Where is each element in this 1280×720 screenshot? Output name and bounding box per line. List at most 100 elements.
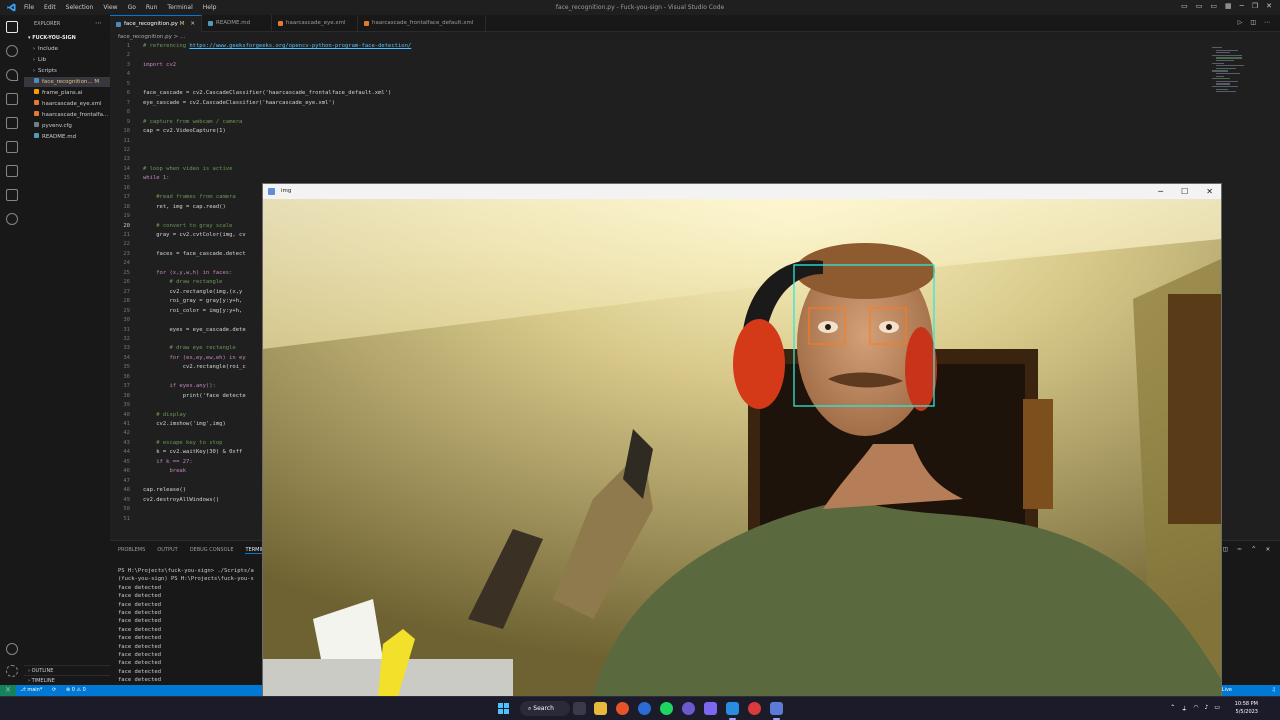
run-debug-icon[interactable]: [6, 93, 18, 105]
visual-studio-icon[interactable]: [704, 702, 717, 715]
sync-icon[interactable]: ⟳: [52, 685, 56, 696]
source-control-icon[interactable]: [6, 69, 18, 81]
code-line[interactable]: 7 eye_cascade = cv2.CascadeClassifier('ha…: [110, 99, 1200, 109]
explorer-icon[interactable]: [6, 21, 18, 33]
chevron-up-icon[interactable]: ⌃: [1170, 704, 1175, 713]
code-line[interactable]: 12: [110, 146, 1200, 156]
customize-layout-icon[interactable]: ▦: [1225, 2, 1232, 10]
code-line[interactable]: 9 # capture from webcam / camera: [110, 118, 1200, 128]
settings-gear-icon[interactable]: [6, 665, 18, 677]
file-explorer-icon[interactable]: [594, 702, 607, 715]
tree-folder-include[interactable]: › Include: [24, 44, 110, 54]
code-line[interactable]: 14 # loop when video is active: [110, 165, 1200, 175]
close-icon[interactable]: ✕: [190, 21, 195, 27]
outline-section[interactable]: › OUTLINE: [24, 665, 110, 675]
breadcrumb[interactable]: face_recognition.py > ...: [110, 32, 185, 42]
code-text: # referencing https://www.geeksforgeeks.…: [143, 42, 411, 52]
img-window-titlebar[interactable]: img ─ ☐ ✕: [263, 184, 1221, 199]
problems-status[interactable]: ⊗ 0 ⚠ 0: [66, 685, 86, 696]
discord-icon[interactable]: [682, 702, 695, 715]
toggle-panel-icon[interactable]: ▭: [1196, 2, 1203, 10]
menu-run[interactable]: Run: [146, 4, 158, 11]
restore-button[interactable]: ❐: [1252, 2, 1258, 10]
minimize-button[interactable]: ─: [1240, 2, 1244, 10]
more-actions-icon[interactable]: ⋯: [1237, 545, 1241, 553]
split-terminal-icon[interactable]: ◫: [1223, 545, 1227, 553]
remote-explorer-icon[interactable]: [6, 141, 18, 153]
more-actions-icon[interactable]: ⋯: [95, 19, 102, 27]
volume-icon[interactable]: ♪: [1204, 704, 1208, 713]
menu-selection[interactable]: Selection: [66, 4, 94, 11]
tab-haarcascade-frontalface[interactable]: haarcascade_frontalface_default.xml: [358, 15, 486, 32]
maximize-panel-icon[interactable]: ⌃: [1252, 545, 1256, 553]
menu-terminal[interactable]: Terminal: [167, 4, 192, 11]
toggle-sidebar-icon[interactable]: ▭: [1181, 2, 1188, 10]
chrome-icon[interactable]: [748, 702, 761, 715]
windows-start-icon[interactable]: [498, 703, 509, 714]
menu-view[interactable]: View: [103, 4, 117, 11]
code-line[interactable]: 1 # referencing https://www.geeksforgeeks…: [110, 42, 1200, 52]
tab-readme[interactable]: README.md: [202, 15, 272, 32]
wifi-icon[interactable]: ◠: [1193, 704, 1198, 713]
run-python-icon[interactable]: ▷: [1238, 19, 1243, 26]
task-view-icon[interactable]: [573, 702, 586, 715]
tab-debug-console[interactable]: DEBUG CONSOLE: [190, 547, 234, 554]
firefox-icon[interactable]: [616, 702, 629, 715]
tree-file-pyvenv[interactable]: pyvenv.cfg: [24, 121, 110, 131]
close-button[interactable]: ✕: [1266, 2, 1272, 10]
more-actions-icon[interactable]: ⋯: [1264, 19, 1270, 26]
extensions-icon[interactable]: [6, 117, 18, 129]
search-icon[interactable]: [6, 45, 18, 57]
spotify-icon[interactable]: [660, 702, 673, 715]
tab-haarcascade-eye[interactable]: haarcascade_eye.xml: [272, 15, 358, 32]
code-line[interactable]: 11: [110, 137, 1200, 147]
code-line[interactable]: 2: [110, 51, 1200, 61]
img-window[interactable]: img ─ ☐ ✕: [262, 183, 1222, 696]
maximize-button[interactable]: ☐: [1181, 184, 1188, 199]
git-branch-status[interactable]: ⎇ main*: [20, 685, 42, 696]
account-icon[interactable]: [6, 643, 18, 655]
toggle-secondary-sidebar-icon[interactable]: ▭: [1210, 2, 1217, 10]
menu-help[interactable]: Help: [203, 4, 217, 11]
tab-output[interactable]: OUTPUT: [157, 547, 177, 554]
close-panel-icon[interactable]: ✕: [1266, 545, 1270, 553]
notifications-bell-icon[interactable]: ♫: [1272, 685, 1276, 696]
tree-file-frame-plans[interactable]: frame_plans.ai: [24, 88, 110, 98]
code-line[interactable]: 6 face_cascade = cv2.CascadeClassifier('h…: [110, 89, 1200, 99]
split-editor-icon[interactable]: ◫: [1250, 19, 1256, 26]
code-line[interactable]: 5: [110, 80, 1200, 90]
testing-icon[interactable]: [6, 165, 18, 177]
code-line[interactable]: 8: [110, 108, 1200, 118]
tree-file-haarcascade-eye[interactable]: haarcascade_eye.xml: [24, 99, 110, 109]
tree-file-haarcascade-frontalface[interactable]: haarcascade_frontalfa...: [24, 110, 110, 120]
menu-go[interactable]: Go: [128, 4, 136, 11]
vscode-taskbar-icon[interactable]: [726, 702, 739, 720]
remote-indicator-icon[interactable]: ⟩⟨: [0, 685, 16, 696]
taskbar-clock[interactable]: 10:58 PM 5/5/2023: [1235, 700, 1258, 716]
tree-file-face-recognition[interactable]: face_recognition... M: [24, 77, 110, 87]
workspace-folder[interactable]: ▾ FUCK-YOU-SIGN: [28, 35, 76, 41]
tab-problems[interactable]: PROBLEMS: [118, 547, 145, 554]
code-link[interactable]: https://www.geeksforgeeks.org/opencv-pyt…: [189, 43, 411, 49]
code-line[interactable]: 3 import cv2: [110, 61, 1200, 71]
usb-icon[interactable]: ⏚: [1181, 704, 1187, 713]
minimize-button[interactable]: ─: [1158, 184, 1163, 199]
tree-folder-lib[interactable]: › Lib: [24, 55, 110, 65]
docker-icon[interactable]: [6, 189, 18, 201]
edge-icon[interactable]: [638, 702, 651, 715]
python-window-icon[interactable]: [770, 702, 783, 720]
menu-edit[interactable]: Edit: [44, 4, 56, 11]
timeline-section[interactable]: › TIMELINE: [24, 675, 110, 685]
live-share-icon[interactable]: [6, 213, 18, 225]
code-line[interactable]: 4: [110, 70, 1200, 80]
menu-file[interactable]: File: [24, 4, 34, 11]
tab-face-recognition[interactable]: face_recognition.py M ✕: [110, 15, 202, 32]
taskbar-search[interactable]: ⌕ Search: [520, 701, 570, 716]
tree-file-readme[interactable]: README.md: [24, 132, 110, 142]
close-button[interactable]: ✕: [1206, 184, 1213, 199]
code-line[interactable]: 13: [110, 155, 1200, 165]
code-line[interactable]: 10 cap = cv2.VideoCapture(1): [110, 127, 1200, 137]
minimap[interactable]: [1212, 47, 1260, 97]
tree-folder-scripts[interactable]: › Scripts: [24, 66, 110, 76]
battery-icon[interactable]: ▭: [1214, 704, 1220, 713]
